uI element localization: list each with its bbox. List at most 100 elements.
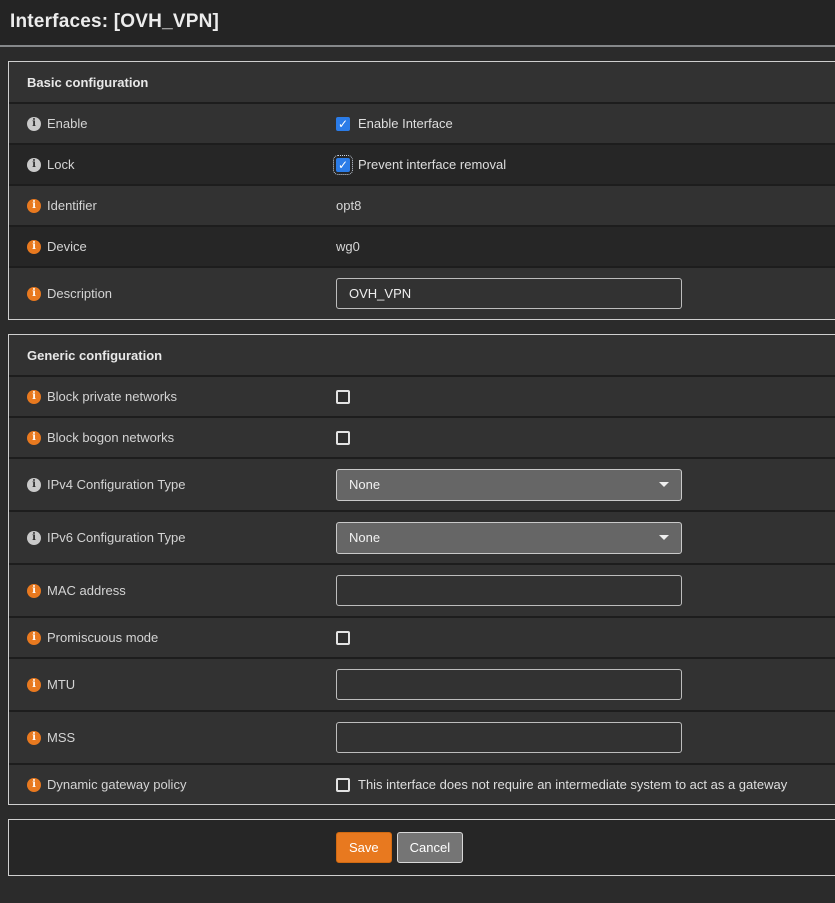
info-icon[interactable] <box>27 678 41 692</box>
field-label-cell: Block private networks <box>9 377 336 416</box>
mss-input[interactable] <box>336 722 682 753</box>
chevron-down-icon <box>659 535 669 540</box>
form-row-block-private-networks: Block private networks <box>9 375 835 416</box>
form-row-lock: Lock Prevent interface removal <box>9 143 835 184</box>
field-label: Enable <box>47 116 87 131</box>
info-icon[interactable] <box>27 158 41 172</box>
field-label: Description <box>47 286 112 301</box>
section-title: Basic configuration <box>27 75 148 90</box>
field-label: Device <box>47 239 87 254</box>
description-input[interactable] <box>336 278 682 309</box>
prevent-removal-checkbox[interactable] <box>336 158 350 172</box>
field-control-cell <box>336 565 835 616</box>
info-icon[interactable] <box>27 240 41 254</box>
dynamic-gateway-policy-checkbox-label[interactable]: This interface does not require an inter… <box>358 777 787 792</box>
dynamic-gateway-policy-checkbox[interactable] <box>336 778 350 792</box>
form-row-block-bogon-networks: Block bogon networks <box>9 416 835 457</box>
select-selected-value: None <box>349 477 380 492</box>
field-label-cell: IPv6 Configuration Type <box>9 512 336 563</box>
field-label-cell: Block bogon networks <box>9 418 336 457</box>
field-control-cell: Enable Interface <box>336 104 835 143</box>
field-label: MSS <box>47 730 75 745</box>
form-actions-panel: Save Cancel <box>8 819 835 876</box>
info-icon[interactable] <box>27 199 41 213</box>
ipv4-configuration-type-select[interactable]: None <box>336 469 682 501</box>
field-control-cell <box>336 659 835 710</box>
info-icon[interactable] <box>27 778 41 792</box>
field-control-cell <box>336 377 835 416</box>
info-icon[interactable] <box>27 731 41 745</box>
promiscuous-mode-checkbox[interactable] <box>336 631 350 645</box>
field-label-cell: Device <box>9 227 336 266</box>
form-row-device: Device wg0 <box>9 225 835 266</box>
field-label: IPv4 Configuration Type <box>47 477 186 492</box>
form-row-promiscuous-mode: Promiscuous mode <box>9 616 835 657</box>
field-label-cell: IPv4 Configuration Type <box>9 459 336 510</box>
field-label-cell: MTU <box>9 659 336 710</box>
form-row-mac-address: MAC address <box>9 563 835 616</box>
block-bogon-networks-checkbox[interactable] <box>336 431 350 445</box>
form-row-enable: Enable Enable Interface <box>9 102 835 143</box>
field-control-cell: opt8 <box>336 186 835 225</box>
field-control-cell <box>336 712 835 763</box>
main-content: Basic configuration Enable Enable Interf… <box>0 47 835 876</box>
mtu-input[interactable] <box>336 669 682 700</box>
generic-configuration-panel: Generic configuration Block private netw… <box>8 334 835 805</box>
info-icon[interactable] <box>27 431 41 445</box>
field-label-cell: Dynamic gateway policy <box>9 765 336 804</box>
field-label: Identifier <box>47 198 97 213</box>
info-icon[interactable] <box>27 631 41 645</box>
mac-address-input[interactable] <box>336 575 682 606</box>
field-label: Promiscuous mode <box>47 630 158 645</box>
field-label-cell: MSS <box>9 712 336 763</box>
field-control-cell <box>336 418 835 457</box>
field-label-cell: Identifier <box>9 186 336 225</box>
field-label: MAC address <box>47 583 126 598</box>
info-icon[interactable] <box>27 531 41 545</box>
form-row-identifier: Identifier opt8 <box>9 184 835 225</box>
form-row-description: Description <box>9 266 835 319</box>
save-button[interactable]: Save <box>336 832 392 863</box>
field-label: Dynamic gateway policy <box>47 777 186 792</box>
enable-interface-checkbox[interactable] <box>336 117 350 131</box>
chevron-down-icon <box>659 482 669 487</box>
field-label-cell: Promiscuous mode <box>9 618 336 657</box>
page-title: Interfaces: [OVH_VPN] <box>10 11 835 33</box>
page-header: Interfaces: [OVH_VPN] <box>0 0 835 47</box>
info-icon[interactable] <box>27 117 41 131</box>
field-label-cell: Lock <box>9 145 336 184</box>
info-icon[interactable] <box>27 478 41 492</box>
form-row-dynamic-gateway-policy: Dynamic gateway policy This interface do… <box>9 763 835 804</box>
field-label: MTU <box>47 677 75 692</box>
identifier-value: opt8 <box>336 198 361 213</box>
block-private-networks-checkbox[interactable] <box>336 390 350 404</box>
form-row-ipv4-configuration-type: IPv4 Configuration Type None <box>9 457 835 510</box>
field-control-cell <box>336 618 835 657</box>
field-control-cell: This interface does not require an inter… <box>336 765 835 804</box>
section-header-basic: Basic configuration <box>9 62 835 102</box>
field-label: IPv6 Configuration Type <box>47 530 186 545</box>
field-control-cell: None <box>336 512 835 563</box>
field-label: Lock <box>47 157 74 172</box>
device-value: wg0 <box>336 239 360 254</box>
field-control-cell: Prevent interface removal <box>336 145 835 184</box>
select-selected-value: None <box>349 530 380 545</box>
prevent-removal-checkbox-label[interactable]: Prevent interface removal <box>358 157 506 172</box>
field-label: Block bogon networks <box>47 430 174 445</box>
section-title: Generic configuration <box>27 348 162 363</box>
info-icon[interactable] <box>27 287 41 301</box>
info-icon[interactable] <box>27 390 41 404</box>
ipv6-configuration-type-select[interactable]: None <box>336 522 682 554</box>
field-control-cell: None <box>336 459 835 510</box>
field-control-cell <box>336 268 835 319</box>
form-row-ipv6-configuration-type: IPv6 Configuration Type None <box>9 510 835 563</box>
field-label-cell: MAC address <box>9 565 336 616</box>
basic-configuration-panel: Basic configuration Enable Enable Interf… <box>8 61 835 320</box>
form-row-mss: MSS <box>9 710 835 763</box>
form-row-mtu: MTU <box>9 657 835 710</box>
field-label-cell: Enable <box>9 104 336 143</box>
enable-interface-checkbox-label[interactable]: Enable Interface <box>358 116 453 131</box>
field-label: Block private networks <box>47 389 177 404</box>
info-icon[interactable] <box>27 584 41 598</box>
cancel-button[interactable]: Cancel <box>397 832 463 863</box>
